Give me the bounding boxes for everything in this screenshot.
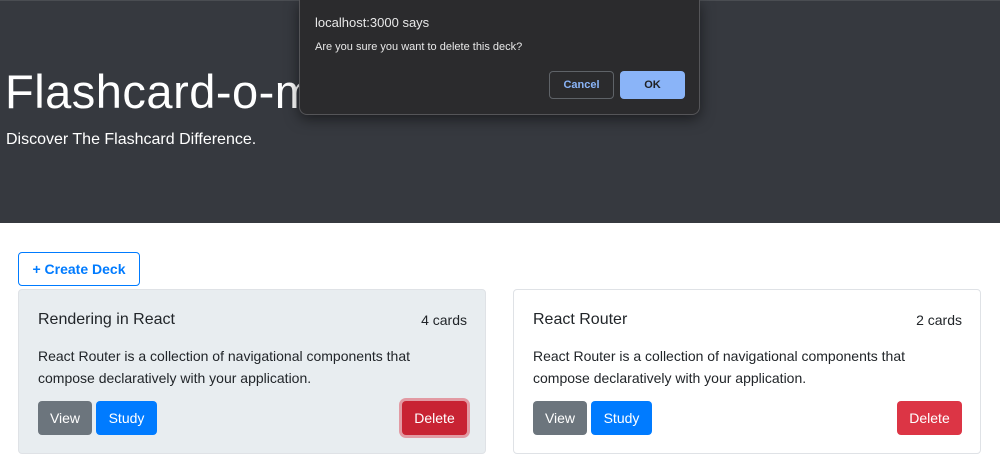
view-deck-button[interactable]: View: [38, 401, 92, 435]
deck-description: React Router is a collection of navigati…: [533, 348, 905, 386]
deck-title: React Router: [533, 311, 628, 328]
delete-deck-button[interactable]: Delete: [897, 401, 962, 435]
app-subtitle: Discover The Flashcard Difference.: [6, 131, 257, 148]
view-deck-button[interactable]: View: [533, 401, 587, 435]
deck-card-count: 2 cards: [916, 312, 962, 328]
delete-deck-button[interactable]: Delete: [402, 401, 467, 435]
study-deck-button[interactable]: Study: [96, 401, 157, 435]
dialog-message: Are you sure you want to delete this dec…: [315, 41, 523, 53]
deck-card: React Router 2 cards React Router is a c…: [513, 289, 981, 454]
deck-card: Rendering in React 4 cards React Router …: [18, 289, 486, 454]
study-deck-button[interactable]: Study: [591, 401, 652, 435]
create-deck-button[interactable]: + Create Deck: [18, 252, 140, 286]
deck-description: React Router is a collection of navigati…: [38, 348, 410, 386]
dialog-ok-button[interactable]: OK: [620, 71, 685, 99]
deck-card-count: 4 cards: [421, 312, 467, 328]
confirm-dialog: localhost:3000 says Are you sure you wan…: [299, 0, 700, 115]
dialog-cancel-button[interactable]: Cancel: [549, 71, 614, 99]
dialog-origin: localhost:3000 says: [315, 15, 430, 30]
deck-title: Rendering in React: [38, 311, 175, 328]
